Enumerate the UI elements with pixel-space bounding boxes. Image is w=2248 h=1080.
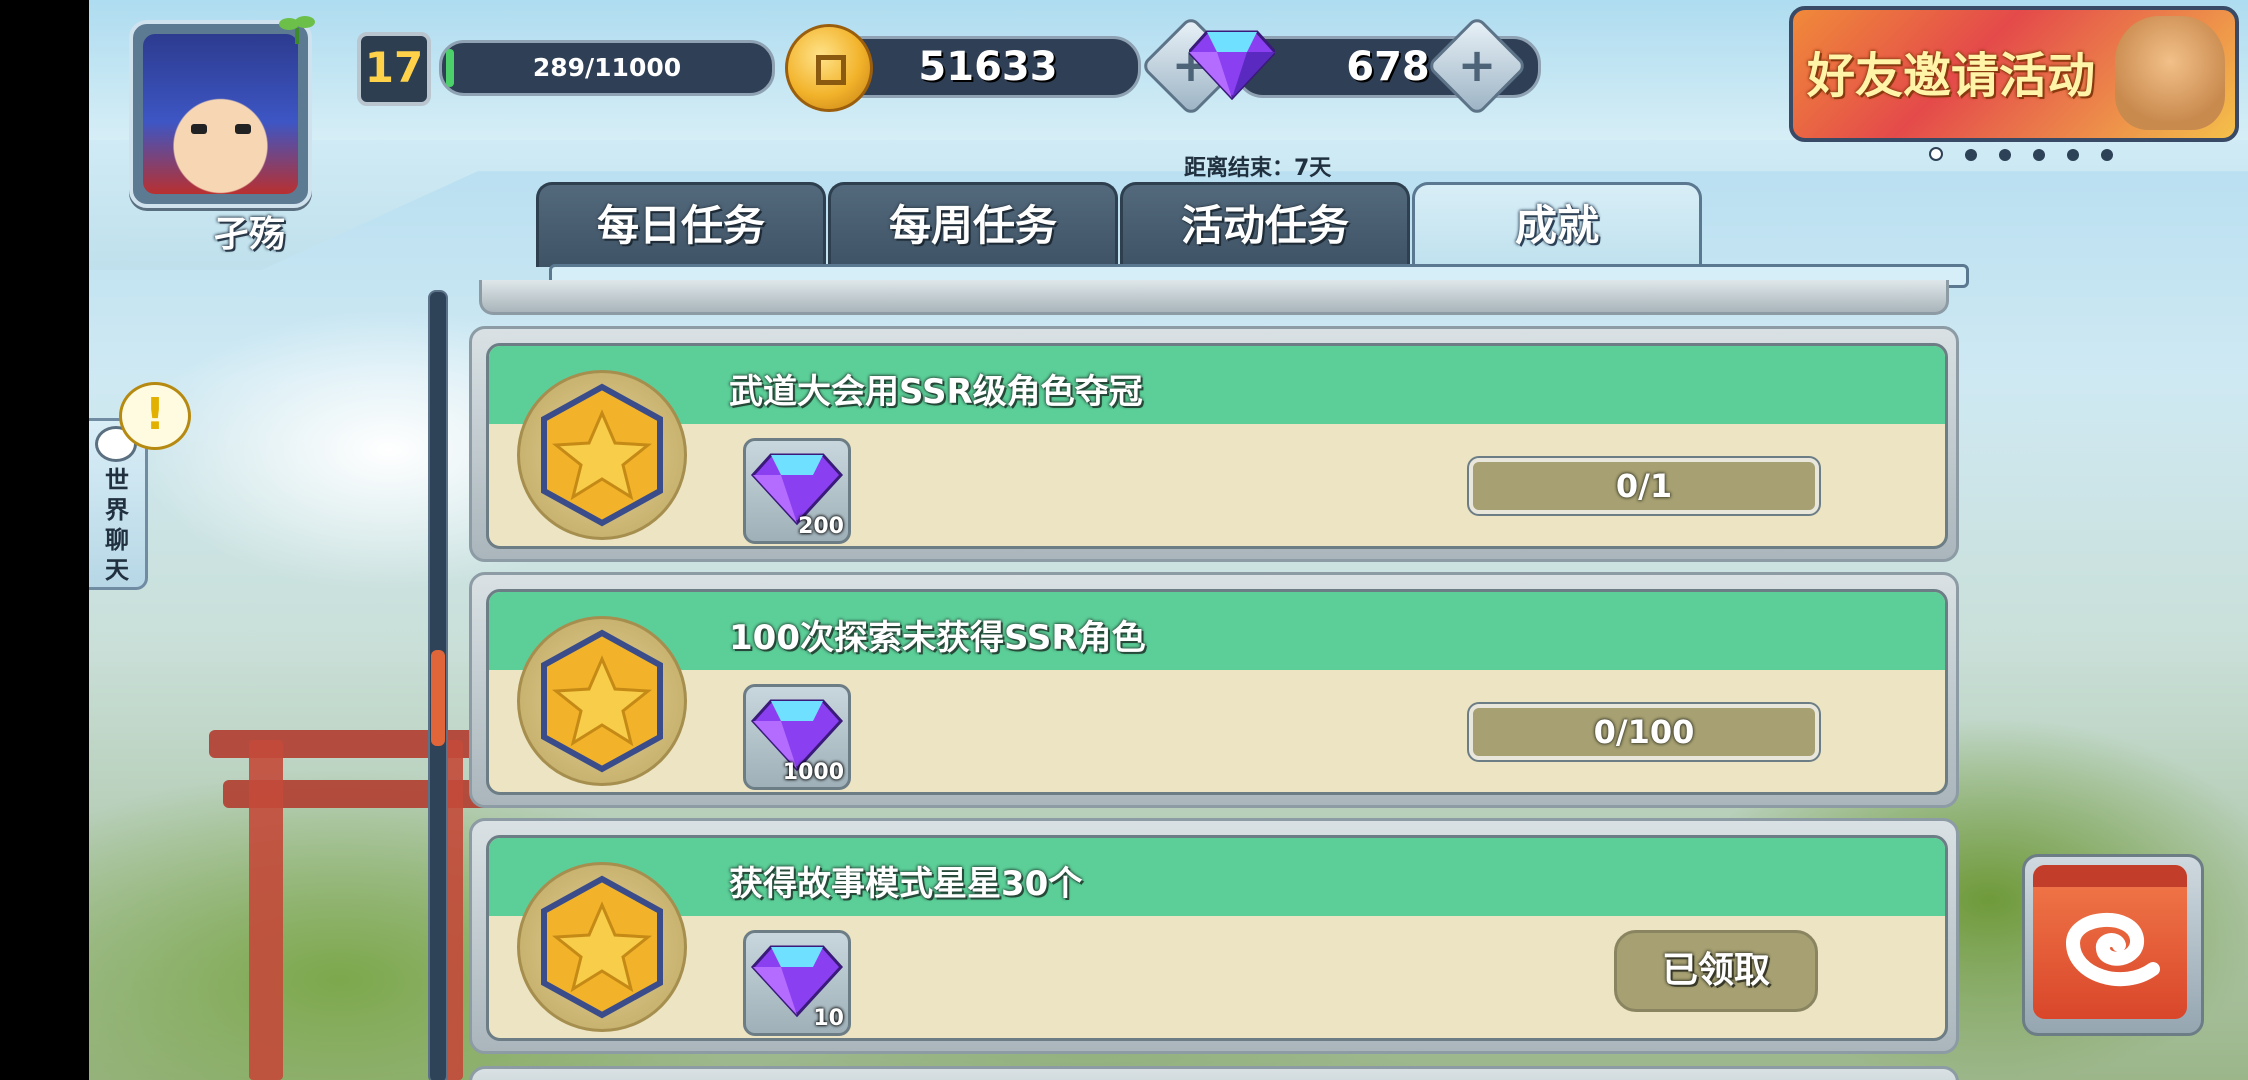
coin-icon	[785, 24, 873, 112]
reward-amount: 10	[813, 1006, 844, 1031]
avatar-portrait	[143, 34, 298, 194]
reward-slot[interactable]: 1000	[743, 684, 851, 790]
coin-counter: 51633	[835, 36, 1141, 98]
achievement-card-body: 获得故事模式星星30个 10 已领取	[486, 835, 1948, 1041]
reward-slot[interactable]: 10	[743, 930, 851, 1036]
sprout-icon	[279, 16, 315, 44]
scrollbar-thumb[interactable]	[431, 650, 445, 746]
star-medal-icon	[517, 862, 687, 1032]
achievement-card: 获得故事模式星星30个 10 已领取	[469, 818, 1959, 1054]
achievement-card-header	[489, 838, 1945, 916]
banner-dot[interactable]	[2101, 149, 2113, 161]
banner-dot[interactable]	[1929, 147, 1943, 161]
achievement-title: 100次探索未获得SSR角色	[729, 618, 1146, 658]
achievement-card: 100次探索未获得SSR角色 1000 0/100	[469, 572, 1959, 808]
tab-achievements[interactable]: 成就	[1412, 182, 1702, 267]
star-medal-icon	[517, 370, 687, 540]
tab-weekly[interactable]: 每周任务	[828, 182, 1118, 267]
list-item-partial	[469, 1066, 1959, 1080]
tab-daily[interactable]: 每日任务	[536, 182, 826, 267]
banner-dot[interactable]	[2067, 149, 2079, 161]
xp-bar: 289/11000	[439, 40, 775, 96]
achievement-progress: 0/100	[1469, 704, 1819, 760]
banner-dot[interactable]	[1965, 149, 1977, 161]
list-scrollbar[interactable]	[428, 290, 448, 1080]
claimed-button[interactable]: 已领取	[1614, 930, 1818, 1012]
achievement-progress: 0/1	[1469, 458, 1819, 514]
friend-invite-banner[interactable]: 好友邀请活动	[1789, 6, 2239, 142]
back-button-face	[2033, 865, 2187, 1019]
gem-icon	[1189, 30, 1275, 100]
player-name: 孑殇	[212, 214, 285, 255]
reward-amount: 200	[798, 514, 844, 539]
banner-title: 好友邀请活动	[1807, 48, 2096, 104]
tab-event[interactable]: 活动任务	[1120, 182, 1410, 267]
reward-amount: 1000	[782, 760, 844, 785]
list-item-partial	[479, 280, 1949, 315]
player-avatar[interactable]	[129, 20, 312, 208]
game-screen: 孑殇 17 289/11000 51633 + 678 + 好友邀请活动 距离结…	[89, 0, 2248, 1080]
star-medal-icon	[517, 616, 687, 786]
gem-amount: 678	[1346, 44, 1430, 90]
achievement-title: 获得故事模式星星30个	[729, 864, 1083, 904]
world-chat-label: 世界聊天	[105, 466, 129, 584]
reward-slot[interactable]: 200	[743, 438, 851, 544]
achievement-title: 武道大会用SSR级角色夺冠	[729, 372, 1143, 412]
banner-dot[interactable]	[2033, 149, 2045, 161]
torii-gate-background	[209, 690, 509, 1080]
achievement-card-header	[489, 346, 1945, 424]
banner-dot[interactable]	[1999, 149, 2011, 161]
achievement-card-header	[489, 592, 1945, 670]
plus-icon: +	[1457, 38, 1497, 92]
banner-pagination	[1929, 146, 2135, 165]
achievement-card: 武道大会用SSR级角色夺冠 200 0/1	[469, 326, 1959, 562]
xp-bar-fill	[446, 49, 454, 87]
event-countdown: 距离结束：7天	[1184, 156, 1332, 181]
coin-amount: 51633	[918, 44, 1058, 90]
achievement-card-body: 100次探索未获得SSR角色 1000 0/100	[486, 589, 1948, 795]
back-button[interactable]	[2022, 854, 2204, 1036]
xp-text: 289/11000	[532, 53, 682, 82]
fist-icon	[2115, 16, 2225, 130]
achievement-list: 武道大会用SSR级角色夺冠 200 0/1 100次探索未获得SSR角色 100…	[469, 280, 1959, 1080]
achievement-card-body: 武道大会用SSR级角色夺冠 200 0/1	[486, 343, 1948, 549]
back-swirl-icon	[2066, 912, 2160, 987]
level-badge: 17	[357, 32, 431, 106]
chat-alert-icon: !	[119, 382, 191, 450]
